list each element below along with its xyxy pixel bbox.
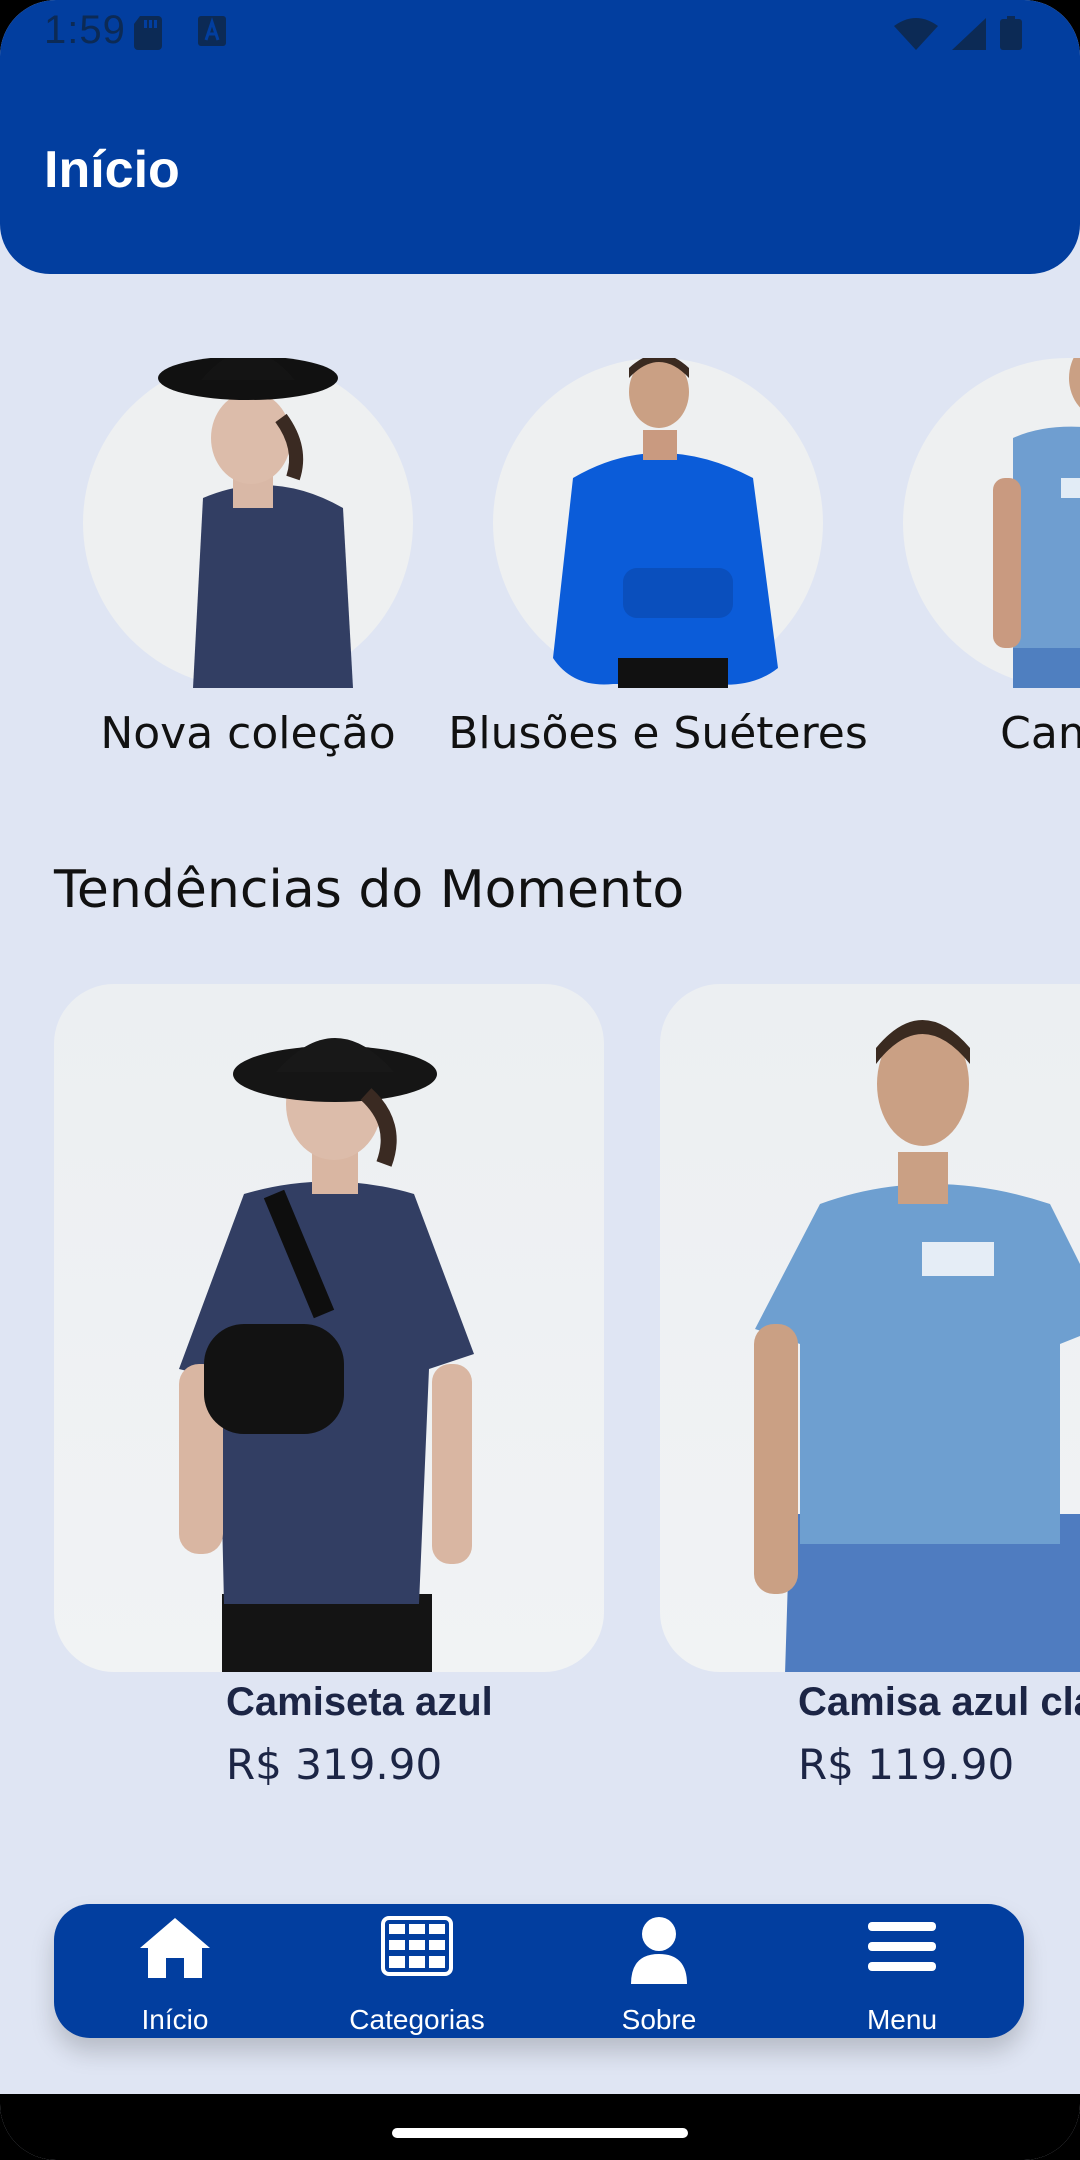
app-screen: 1:59 Início Nova coleção Blusões e Suéte… [0, 0, 1080, 2160]
model-photo [553, 358, 778, 688]
category-item[interactable]: Nova coleção [38, 358, 458, 759]
product-image [660, 984, 1080, 1672]
product-name: Camisa azul cla [798, 1680, 1080, 1724]
nav-label: Sobre [621, 2004, 697, 2035]
nav-item-sobre[interactable]: Sobre [538, 1904, 780, 2038]
status-right-icons [894, 16, 1022, 50]
category-label: Camis [1000, 708, 1080, 759]
status-left-icons [134, 16, 226, 50]
nav-label: Categorias [349, 2004, 485, 2035]
battery-icon [1000, 16, 1022, 50]
home-icon [140, 1918, 210, 1978]
wifi-icon [894, 18, 938, 50]
model-photo [179, 1038, 474, 1672]
category-image [83, 358, 413, 688]
grid-icon [381, 1916, 453, 1976]
category-item[interactable]: Blusões e Suéteres [448, 358, 868, 759]
category-item[interactable]: Camis [858, 358, 1080, 759]
product-image [54, 984, 604, 1672]
nav-item-inicio[interactable]: Início [54, 1904, 296, 2038]
sd-card-icon [134, 16, 162, 50]
menu-icon [868, 1922, 936, 1971]
app-bar: 1:59 Início [0, 0, 1080, 274]
product-price: R$ 119.90 [798, 1740, 1015, 1789]
status-time: 1:59 [44, 8, 126, 52]
category-label: Nova coleção [100, 708, 396, 759]
product-card[interactable]: Camiseta azul R$ 319.90 [54, 984, 604, 1789]
cellular-signal-icon [952, 18, 986, 50]
model-photo [993, 358, 1080, 688]
gesture-handle[interactable] [392, 2128, 688, 2138]
model-photo [754, 1020, 1080, 1672]
page-title: Início [44, 141, 180, 199]
product-card[interactable]: Camisa azul cla R$ 119.90 [660, 984, 1080, 1789]
autofill-icon [198, 16, 226, 46]
category-image [903, 358, 1080, 688]
section-title: Tendências do Momento [54, 860, 685, 920]
nav-item-categorias[interactable]: Categorias [296, 1904, 538, 2038]
person-icon [631, 1917, 687, 1984]
nav-label: Início [141, 2004, 209, 2035]
nav-label: Menu [866, 2004, 938, 2035]
category-image [493, 358, 823, 688]
category-carousel[interactable]: Nova coleção Blusões e Suéteres Cam [0, 358, 1080, 778]
nav-item-menu[interactable]: Menu [781, 1904, 1023, 2038]
model-photo [158, 358, 353, 688]
category-label: Blusões e Suéteres [448, 708, 868, 759]
system-gesture-area [0, 2094, 1080, 2160]
bottom-navigation: Início Categorias Sobre Menu [54, 1904, 1024, 2038]
product-price: R$ 319.90 [226, 1740, 443, 1789]
product-name: Camiseta azul [226, 1680, 493, 1724]
